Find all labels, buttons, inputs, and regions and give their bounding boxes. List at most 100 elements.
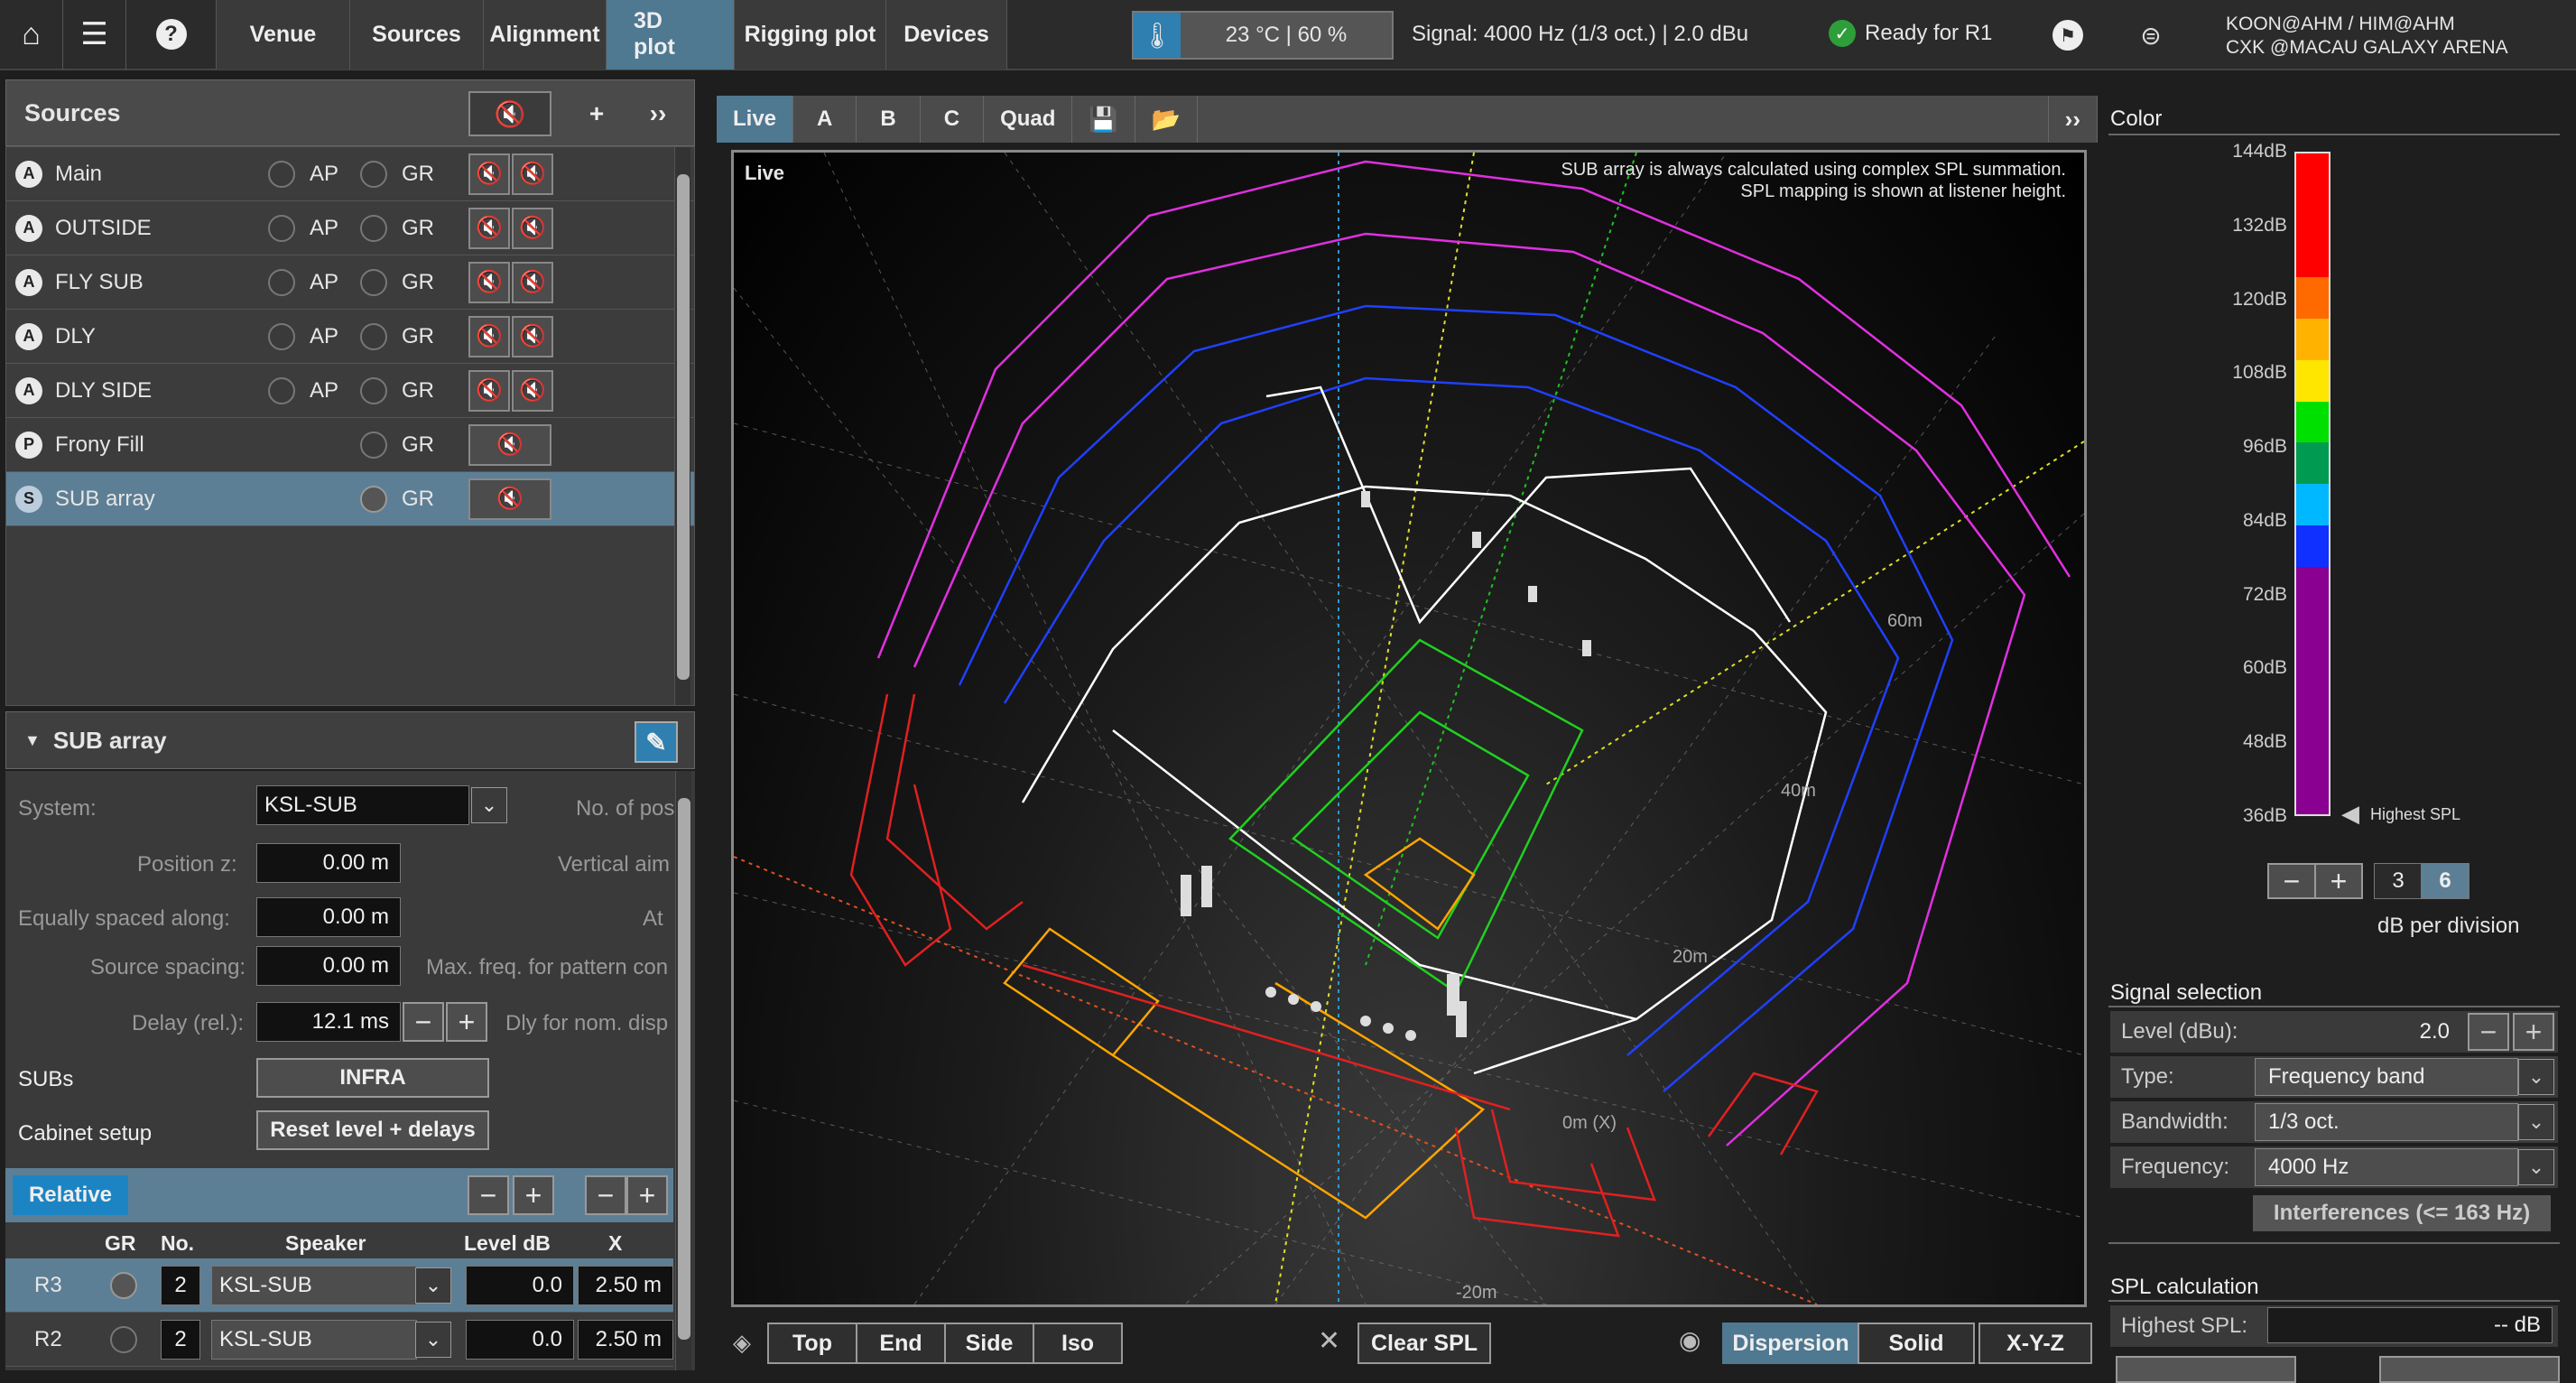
source-row-main[interactable]: A Main AP GR 🔇 🔇	[6, 147, 694, 201]
level-minus-button[interactable]: −	[2468, 1013, 2509, 1051]
mute-button[interactable]: 🔇	[468, 478, 551, 520]
division-plus-button[interactable]: +	[2314, 863, 2363, 899]
equally-spaced-field[interactable]: 0.00 m	[256, 897, 401, 937]
recalculate-button[interactable]	[2379, 1356, 2560, 1383]
source-row-dly[interactable]: A DLY AP GR 🔇 🔇	[6, 310, 694, 364]
level-field[interactable]: 0.0	[466, 1266, 574, 1305]
solid-button[interactable]: Solid	[1858, 1323, 1975, 1364]
gr-radio[interactable]	[360, 376, 387, 404]
clear-spl-button[interactable]: Clear SPL	[1357, 1323, 1491, 1364]
mute-button[interactable]: 🔇	[468, 153, 510, 195]
temperature-box[interactable]: 🌡 23 °C | 60 %	[1132, 11, 1394, 60]
source-row-sub-array[interactable]: S SUB array GR 🔇	[6, 472, 694, 526]
dispersion-button[interactable]: Dispersion	[1722, 1323, 1859, 1364]
expand-view-button[interactable]: ››	[2047, 96, 2098, 143]
type-select[interactable]: Frequency band	[2255, 1058, 2518, 1096]
mute-button[interactable]: 🔇	[468, 207, 510, 249]
visibility-icon[interactable]: ◉	[1679, 1325, 1700, 1355]
relative-button[interactable]: Relative	[13, 1175, 128, 1215]
gr-radio[interactable]	[110, 1325, 137, 1353]
gr-radio[interactable]	[360, 160, 387, 188]
tab-rigging-plot[interactable]: Rigging plot	[735, 0, 886, 70]
speaker-select[interactable]: KSL-SUB	[211, 1266, 417, 1305]
delay-table-plus-button[interactable]: +	[626, 1175, 668, 1215]
tab-b[interactable]: B	[857, 96, 921, 143]
menu-icon[interactable]: ☰	[63, 0, 126, 70]
autocalculate-button[interactable]	[2116, 1356, 2296, 1383]
division-minus-button[interactable]: −	[2267, 863, 2316, 899]
chevron-down-icon[interactable]: ⌄	[471, 787, 507, 823]
sub-panel-scrollbar[interactable]	[675, 771, 691, 1370]
expand-panel-button[interactable]: ››	[638, 91, 678, 136]
tab-devices[interactable]: Devices	[886, 0, 1007, 70]
x-field[interactable]: 2.50 m	[578, 1266, 673, 1305]
mute-button[interactable]: 🔇	[468, 315, 510, 357]
position-z-field[interactable]: 0.00 m	[256, 843, 401, 883]
level-field[interactable]: 2.0	[2264, 1013, 2460, 1051]
chevron-down-icon[interactable]: ⌄	[2518, 1149, 2554, 1185]
level-plus-button[interactable]: +	[2513, 1013, 2554, 1051]
delay-plus-button[interactable]: +	[446, 1002, 487, 1042]
mute-button[interactable]: 🔇	[468, 369, 510, 412]
ap-radio[interactable]	[268, 376, 295, 404]
ap-radio[interactable]	[268, 322, 295, 350]
tab-quad[interactable]: Quad	[984, 96, 1073, 143]
edit-button[interactable]: ✎	[635, 721, 678, 763]
view-top-button[interactable]: Top	[767, 1323, 857, 1364]
mute-button-2[interactable]: 🔇	[512, 153, 553, 195]
save-icon[interactable]: 💾	[1072, 96, 1135, 143]
home-icon[interactable]: ⌂	[0, 0, 63, 70]
frequency-select[interactable]: 4000 Hz	[2255, 1148, 2518, 1186]
bandwidth-select[interactable]: 1/3 oct.	[2255, 1103, 2518, 1141]
xyz-button[interactable]: X-Y-Z	[1978, 1323, 2092, 1364]
mute-button-2[interactable]: 🔇	[512, 315, 553, 357]
sources-scrollbar[interactable]	[674, 147, 690, 705]
division-value-6[interactable]: 6	[2421, 863, 2469, 899]
gr-radio[interactable]	[360, 322, 387, 350]
ap-radio[interactable]	[268, 214, 295, 242]
gr-radio[interactable]	[360, 485, 387, 513]
help-icon[interactable]: ?	[126, 0, 217, 70]
tab-sources[interactable]: Sources	[350, 0, 484, 70]
mute-button-2[interactable]: 🔇	[512, 261, 553, 303]
view-side-button[interactable]: Side	[944, 1323, 1034, 1364]
tab-venue[interactable]: Venue	[217, 0, 350, 70]
tab-c[interactable]: C	[921, 96, 985, 143]
ap-radio[interactable]	[268, 160, 295, 188]
tab-alignment[interactable]: Alignment	[484, 0, 607, 70]
source-row-fly-sub[interactable]: A FLY SUB AP GR 🔇 🔇	[6, 255, 694, 310]
system-select[interactable]: KSL-SUB	[256, 785, 469, 825]
flag-icon[interactable]: ⚑	[2045, 13, 2090, 58]
no-field[interactable]: 2	[161, 1320, 200, 1360]
collapse-icon[interactable]: ▼	[24, 731, 41, 750]
delay-field[interactable]: 12.1 ms	[256, 1002, 401, 1042]
speaker-select[interactable]: KSL-SUB	[211, 1320, 417, 1360]
interferences-button[interactable]: Interferences (<= 163 Hz)	[2253, 1195, 2551, 1231]
source-row-frony-fill[interactable]: P Frony Fill GR 🔇	[6, 418, 694, 472]
open-folder-icon[interactable]: 📂	[1135, 96, 1199, 143]
gr-radio[interactable]	[360, 431, 387, 459]
scroll-thumb[interactable]	[677, 174, 690, 680]
view-iso-button[interactable]: Iso	[1033, 1323, 1123, 1364]
delay-minus-button[interactable]: −	[403, 1002, 444, 1042]
scroll-thumb[interactable]	[678, 798, 690, 1340]
level-plus-button[interactable]: +	[513, 1175, 554, 1215]
source-row-dly-side[interactable]: A DLY SIDE AP GR 🔇 🔇	[6, 364, 694, 418]
infra-button[interactable]: INFRA	[256, 1058, 489, 1098]
chevron-down-icon[interactable]: ⌄	[2518, 1059, 2554, 1095]
network-icon[interactable]: ⊜	[2128, 13, 2173, 58]
layers-icon[interactable]: ◈	[733, 1329, 751, 1357]
gr-radio[interactable]	[110, 1271, 137, 1299]
tab-a[interactable]: A	[793, 96, 857, 143]
source-spacing-field[interactable]: 0.00 m	[256, 946, 401, 986]
table-row[interactable]: R2 2 KSL-SUB ⌄ 0.0 2.50 m	[5, 1313, 673, 1367]
3d-plot-drawing[interactable]	[734, 153, 2084, 1304]
no-field[interactable]: 2	[161, 1266, 200, 1305]
tab-3d-plot[interactable]: 3D plot	[607, 0, 735, 70]
chevron-down-icon[interactable]: ⌄	[415, 1267, 451, 1304]
mute-button-2[interactable]: 🔇	[512, 207, 553, 249]
x-field[interactable]: 2.50 m	[578, 1320, 673, 1360]
gr-radio[interactable]	[360, 268, 387, 296]
chevron-down-icon[interactable]: ⌄	[415, 1322, 451, 1358]
gr-radio[interactable]	[360, 214, 387, 242]
